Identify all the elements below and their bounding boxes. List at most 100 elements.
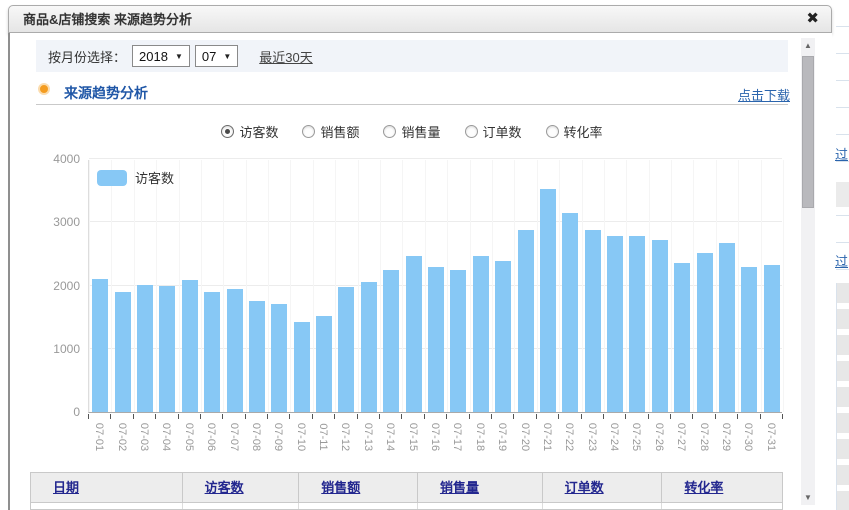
x-tick [648,414,649,419]
v-gridline [111,160,112,412]
metric-option-label: 转化率 [564,122,603,141]
bar-07-17[interactable] [450,270,466,412]
bar-07-19[interactable] [495,261,511,412]
bar-07-16[interactable] [428,267,444,412]
year-select[interactable]: 2018 ▼ [132,45,190,67]
v-gridline [447,160,448,412]
metrics-table: 日期访客数销售额销售量订单数转化率 [30,472,783,510]
table-cell [299,503,418,510]
bar-07-10[interactable] [294,322,310,412]
underlying-partial-link[interactable]: 过 [835,251,848,270]
metric-option-label: 访客数 [239,122,278,141]
bar-07-25[interactable] [629,236,645,412]
bar-07-01[interactable] [92,279,108,412]
bar-07-28[interactable] [697,253,713,412]
column-header-5[interactable]: 订单数 [543,473,663,502]
bar-07-18[interactable] [473,256,489,412]
v-gridline [134,160,135,412]
bar-07-30[interactable] [741,267,757,412]
x-tick [424,414,425,419]
metric-option-5[interactable]: 转化率 [546,122,603,141]
metric-option-3[interactable]: 销售量 [383,122,440,141]
bar-07-05[interactable] [182,280,198,412]
x-tick-label: 07-11 [317,420,329,454]
v-gridline [693,160,694,412]
table-header-row: 日期访客数销售额销售量订单数转化率 [31,473,782,503]
bar-07-22[interactable] [562,213,578,412]
bar-07-29[interactable] [719,243,735,412]
radio-icon[interactable] [383,125,396,138]
x-tick-label: 07-26 [653,420,665,454]
scroll-up-icon[interactable]: ▲ [801,39,815,52]
v-gridline [335,160,336,412]
x-tick-label: 07-03 [138,420,150,454]
v-gridline [358,160,359,412]
bar-07-27[interactable] [674,263,690,412]
x-tick-label: 07-04 [160,420,172,454]
metric-option-1[interactable]: 访客数 [221,122,278,141]
column-header-3[interactable]: 销售额 [299,473,418,502]
scrollbar[interactable]: ▲ ▼ [801,38,815,505]
underlying-partial-link[interactable]: 过 [835,144,848,163]
bar-07-13[interactable] [361,282,377,412]
bar-07-15[interactable] [406,256,422,412]
column-header-2[interactable]: 访客数 [183,473,300,502]
metric-option-label: 订单数 [483,122,522,141]
month-select[interactable]: 07 ▼ [195,45,238,67]
bar-07-21[interactable] [540,189,556,412]
metric-option-4[interactable]: 订单数 [465,122,522,141]
bar-07-04[interactable] [159,286,175,413]
radio-selected-icon[interactable] [221,125,234,138]
bar-07-31[interactable] [764,265,780,412]
chart-legend: 访客数 [97,168,174,187]
recent-30-days-link[interactable]: 最近30天 [259,47,312,66]
bar-07-20[interactable] [518,230,534,412]
bar-07-07[interactable] [227,289,243,412]
table-cell [183,503,300,510]
year-select-value: 2018 [139,49,168,64]
x-tick [625,414,626,419]
bar-07-23[interactable] [585,230,601,412]
underlying-table-rows [836,283,849,510]
x-tick-label: 07-31 [765,420,777,454]
radio-icon[interactable] [465,125,478,138]
bar-07-02[interactable] [115,292,131,412]
month-select-value: 07 [202,49,216,64]
x-tick-label: 07-24 [608,420,620,454]
bar-07-26[interactable] [652,240,668,412]
close-icon[interactable]: ✖ [806,11,819,27]
bar-07-12[interactable] [338,287,354,412]
bar-07-09[interactable] [271,304,287,412]
bar-07-06[interactable] [204,292,220,412]
dialog-body: 按月份选择： 2018 ▼ 07 ▼ 最近30天 来源趋势分析 点击下载 访客数… [8,33,832,510]
v-gridline [313,160,314,412]
column-header-4[interactable]: 销售量 [418,473,543,502]
bar-07-11[interactable] [316,316,332,412]
column-header-6[interactable]: 转化率 [662,473,782,502]
x-tick-label: 07-13 [362,420,374,454]
bar-07-03[interactable] [137,285,153,412]
scroll-down-icon[interactable]: ▼ [801,491,815,504]
bar-chart-plot [88,160,782,413]
chevron-down-icon: ▼ [175,52,183,61]
radio-icon[interactable] [546,125,559,138]
v-gridline [492,160,493,412]
x-tick [513,414,514,419]
download-link[interactable]: 点击下载 [738,85,790,104]
column-header-1[interactable]: 日期 [31,473,183,502]
v-gridline [223,160,224,412]
table-data-row [31,503,782,510]
trend-analysis-dialog: 商品&店铺搜索 来源趋势分析 ✖ 按月份选择： 2018 ▼ 07 ▼ 最近30… [8,5,832,510]
bar-07-14[interactable] [383,270,399,412]
scrollbar-thumb[interactable] [802,56,814,208]
bar-07-08[interactable] [249,301,265,412]
bar-07-24[interactable] [607,236,623,412]
v-gridline [604,160,605,412]
radio-icon[interactable] [302,125,315,138]
chevron-down-icon: ▼ [223,52,231,61]
metric-option-2[interactable]: 销售额 [302,122,359,141]
x-tick-label: 07-12 [339,420,351,454]
v-gridline [671,160,672,412]
x-tick-label: 07-06 [205,420,217,454]
x-tick-label: 07-07 [228,420,240,454]
